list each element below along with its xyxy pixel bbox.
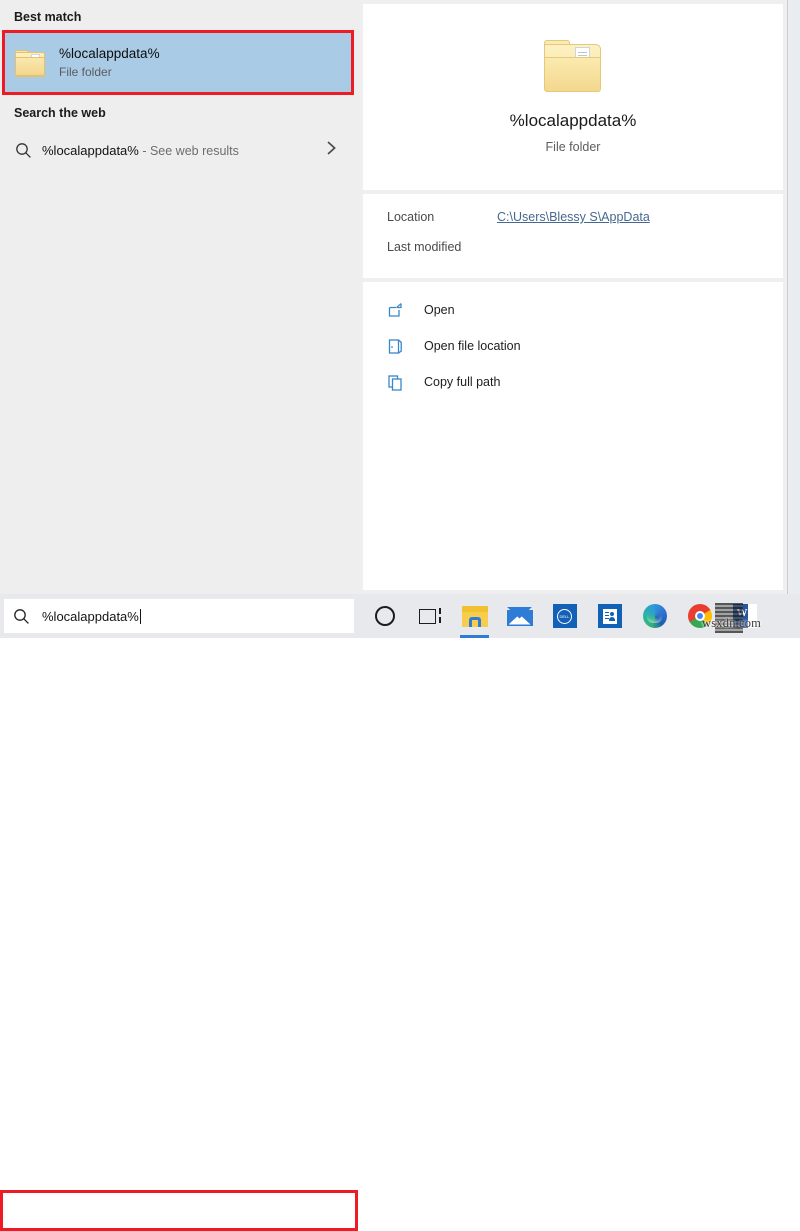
taskbar: %localappdata% DELL	[0, 594, 800, 1231]
action-label: Open	[424, 303, 455, 317]
taskbar-item-microsoft-edge[interactable]	[632, 594, 677, 638]
search-icon	[11, 142, 35, 159]
preview-actions-card: Open Open file location Copy full path	[363, 282, 783, 590]
location-link[interactable]: C:\Users\Blessy S\AppData	[497, 210, 650, 224]
file-explorer-icon	[461, 605, 488, 627]
search-input[interactable]: %localappdata%	[4, 599, 354, 633]
best-match-title: %localappdata%	[59, 45, 160, 61]
best-match-result-item[interactable]: %localappdata% File folder	[5, 33, 351, 92]
web-result-suffix: - See web results	[138, 143, 239, 158]
web-result-query: %localappdata%	[42, 142, 139, 158]
detail-row-last-modified: Last modified	[387, 240, 783, 254]
taskbar-item-task-view[interactable]	[407, 594, 452, 638]
microsoft-edge-icon	[642, 604, 667, 628]
action-label: Copy full path	[424, 375, 501, 389]
web-result-label: %localappdata% - See web results	[42, 143, 239, 158]
action-open-file-location[interactable]: Open file location	[387, 336, 783, 356]
windows-search-screen: Best match %localappdata% File folder Se…	[0, 0, 800, 1231]
watermark: wsxdn.com	[702, 616, 762, 630]
best-match-subtitle: File folder	[59, 64, 112, 79]
preview-title: %localappdata%	[509, 111, 637, 130]
text-caret	[139, 608, 141, 624]
highlight-box-search-input	[0, 1190, 358, 1231]
preview-header-card: %localappdata% File folder	[363, 4, 783, 190]
dell-icon: DELL	[552, 604, 577, 628]
search-value-text: %localappdata%	[42, 608, 139, 624]
search-icon	[4, 608, 38, 625]
preview-details-card: Location C:\Users\Blessy S\AppData Last …	[363, 194, 783, 278]
right-edge-strip	[789, 0, 800, 594]
open-external-icon	[387, 302, 411, 319]
search-input-value: %localappdata%	[42, 608, 141, 624]
taskbar-item-file-explorer[interactable]	[452, 594, 497, 638]
mail-icon	[506, 606, 533, 626]
support-assist-icon	[597, 604, 622, 628]
taskbar-item-dell[interactable]: DELL	[542, 594, 587, 638]
detail-label: Location	[387, 210, 435, 224]
copy-icon	[387, 374, 411, 391]
taskbar-item-cortana[interactable]	[362, 594, 407, 638]
taskbar-item-mail[interactable]	[497, 594, 542, 638]
action-label: Open file location	[424, 339, 521, 353]
detail-row-location: Location C:\Users\Blessy S\AppData	[387, 210, 783, 224]
folder-icon	[15, 49, 45, 77]
search-results-pane: Best match %localappdata% File folder Se…	[0, 0, 360, 594]
preview-pane: %localappdata% File folder Location C:\U…	[360, 0, 788, 594]
task-view-icon	[418, 608, 441, 624]
taskbar-item-support-assist[interactable]	[587, 594, 632, 638]
best-match-header: Best match	[14, 10, 82, 24]
open-folder-icon	[387, 338, 411, 355]
preview-subtitle: File folder	[545, 140, 601, 154]
action-open[interactable]: Open	[387, 300, 783, 320]
folder-icon	[544, 40, 602, 92]
detail-label: Last modified	[387, 240, 462, 254]
cortana-icon	[374, 606, 395, 626]
action-copy-full-path[interactable]: Copy full path	[387, 372, 783, 392]
web-result-item[interactable]: %localappdata% - See web results	[5, 131, 351, 169]
chevron-right-icon[interactable]	[326, 140, 337, 160]
search-the-web-header: Search the web	[14, 106, 106, 120]
